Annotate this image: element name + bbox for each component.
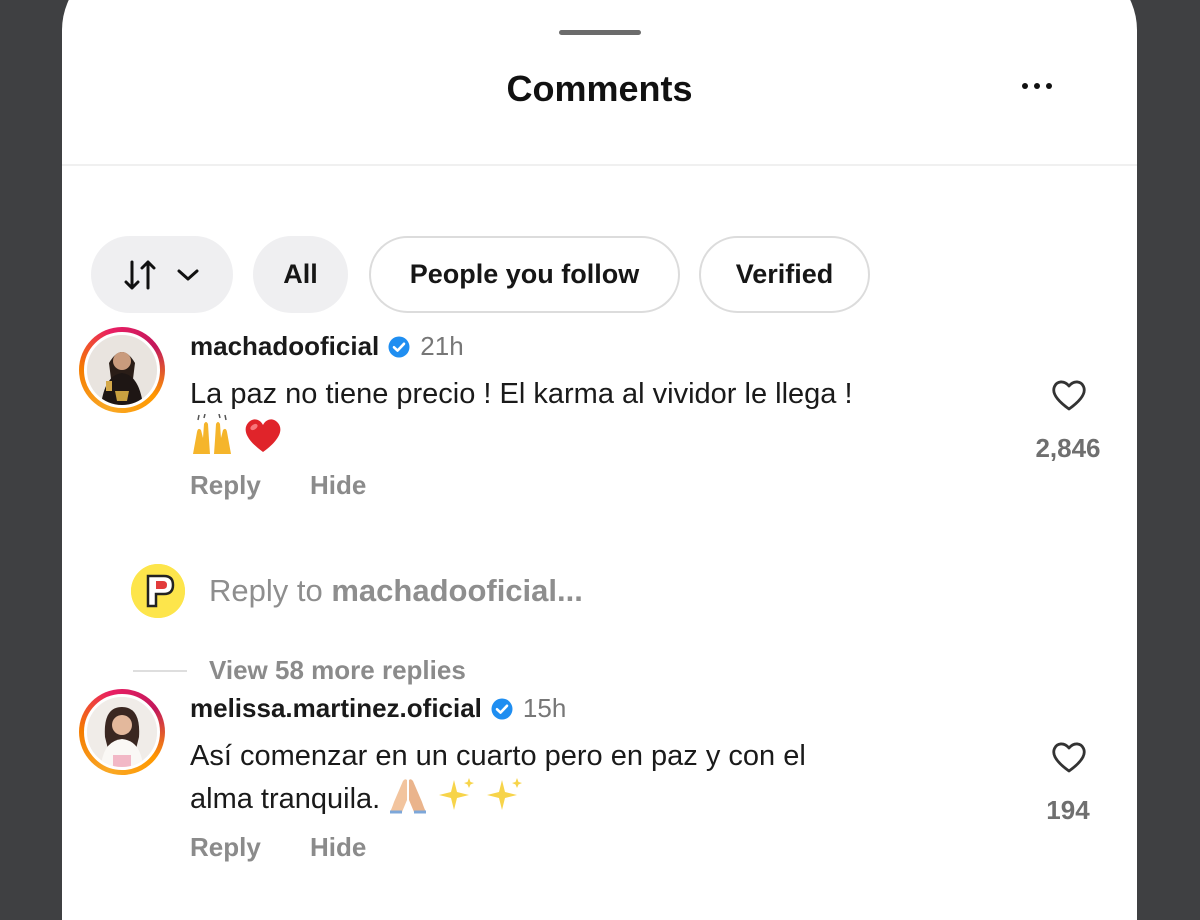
filter-chip-verified[interactable]: Verified [699,236,870,313]
avatar[interactable] [79,689,165,775]
heart-icon[interactable] [1049,738,1089,774]
page-title: Comments [506,68,693,109]
dot-icon [1046,83,1052,89]
hide-button[interactable]: Hide [310,470,366,501]
hide-button[interactable]: Hide [310,832,366,863]
sparkles-emoji [484,776,524,825]
comment-text: Así comenzar en un cuarto pero en paz y … [190,736,806,825]
drag-handle[interactable] [559,30,641,35]
thread-line [133,670,187,672]
avatar [131,564,185,618]
reply-input-target: machadooficial... [331,573,583,608]
comment-text-line: Así comenzar en un cuarto pero en paz y … [190,740,806,772]
comment-timestamp: 15h [522,693,567,723]
view-more-replies-button[interactable]: View 58 more replies [209,655,466,686]
heart-icon[interactable] [1049,376,1089,412]
reply-input[interactable]: Reply to machadooficial... [209,573,583,609]
comment-username[interactable]: melissa.martinez.oficial [190,693,482,724]
user-photo [87,335,157,405]
sparkles-emoji [436,776,476,825]
header-divider [62,164,1137,166]
sort-dropdown[interactable] [91,236,233,313]
folded-hands-emoji [388,776,428,825]
comment-username-row: machadooficial 21h [190,331,464,362]
reply-button[interactable]: Reply [190,470,261,501]
like-count: 2,846 [1035,433,1101,463]
comment-timestamp: 21h [420,331,464,361]
comment-text-line: La paz no tiene precio ! El karma al viv… [190,378,853,410]
comment-username-row: melissa.martinez.oficial 15h [190,693,566,724]
reply-button[interactable]: Reply [190,832,261,863]
verified-badge-icon [491,698,513,719]
verified-badge-icon [388,336,410,357]
filter-chip-people-you-follow[interactable]: People you follow [369,236,680,313]
sort-arrows-icon [124,260,156,289]
logo-p-icon [131,564,185,618]
comment-username[interactable]: machadooficial [190,331,379,362]
comment-text-line: alma tranquila. [190,783,381,816]
comment-text: La paz no tiene precio ! El karma al viv… [190,374,853,467]
reply-input-prefix: Reply to [209,573,332,608]
dot-icon [1034,83,1040,89]
like-count: 194 [1046,795,1090,825]
chevron-down-icon [177,269,199,280]
user-photo [87,697,157,767]
more-options-button[interactable] [1015,66,1059,106]
avatar[interactable] [79,327,165,413]
raising-hands-emoji [190,413,234,467]
dot-icon [1022,83,1028,89]
filter-chip-all[interactable]: All [253,236,348,313]
red-heart-emoji [242,415,284,466]
